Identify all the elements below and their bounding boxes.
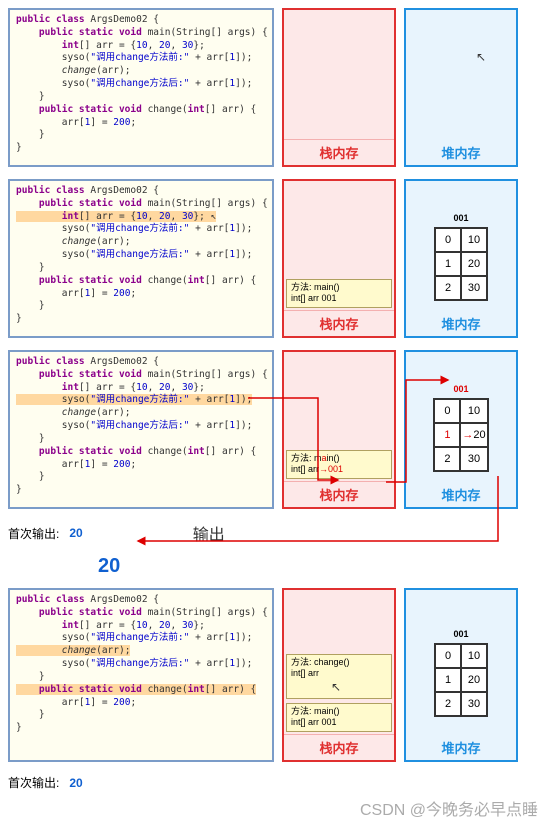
watermark: CSDN @今晚务必早点睡 [360, 796, 538, 820]
frame-method: 方法: main() [291, 453, 387, 465]
heap-memory-2: 001 010 120 230 堆内存 [404, 179, 518, 338]
output-row-2: 首次输出: 20 [8, 774, 550, 791]
heap-memory-1: ↖ 堆内存 [404, 8, 518, 167]
stack-memory-2: 方法: main() int[] arr 001 栈内存 [282, 179, 396, 338]
stack-frame-main: 方法: main() int[] arr→001 [286, 450, 392, 479]
heap-label: 堆内存 [406, 311, 516, 336]
heap-label: 堆内存 [406, 482, 516, 507]
stack-label: 栈内存 [284, 310, 394, 336]
output-value: 20 [69, 526, 82, 540]
output-value: 20 [69, 776, 82, 790]
output-arrow [8, 516, 548, 556]
output-label: 首次输出: [8, 774, 59, 791]
frame-method: 方法: main() [291, 282, 387, 294]
frame-var: int[] arr 001 [291, 293, 387, 305]
output-word: 输出 [193, 521, 225, 545]
cursor-icon: ↖ [331, 680, 341, 694]
frame-method: 方法: main() [291, 706, 387, 718]
heap-addr: 001 [433, 384, 488, 394]
step-2: public class ArgsDemo02 { public static … [8, 179, 550, 338]
cursor-icon: ↖ [476, 50, 486, 64]
stack-label: 栈内存 [284, 481, 394, 507]
stack-memory-3: 方法: main() int[] arr→001 栈内存 [282, 350, 396, 509]
code-panel-1: public class ArgsDemo02 { public static … [8, 8, 274, 167]
code-panel-3: public class ArgsDemo02 { public static … [8, 350, 274, 509]
heap-label: 堆内存 [406, 140, 516, 165]
heap-addr: 001 [434, 629, 488, 639]
step-3: public class ArgsDemo02 { public static … [8, 350, 550, 509]
big-output: 20 [98, 555, 550, 578]
stack-frame-change: 方法: change() int[] arr ↖ [286, 654, 392, 699]
output-row-1: 首次输出: 20 输出 [8, 521, 550, 545]
step-1: public class ArgsDemo02 { public static … [8, 8, 550, 167]
heap-array: 010 120 230 [434, 227, 488, 301]
stack-memory-1: 栈内存 [282, 8, 396, 167]
heap-memory-3: 001 010 1→20 230 堆内存 [404, 350, 518, 509]
frame-var: int[] arr→001 [291, 464, 387, 476]
heap-memory-4: 001 010 120 230 堆内存 [404, 588, 518, 762]
code-panel-2: public class ArgsDemo02 { public static … [8, 179, 274, 338]
heap-array: 010 1→20 230 [433, 398, 488, 472]
stack-frame-main: 方法: main() int[] arr 001 [286, 279, 392, 308]
frame-method: 方法: change() [291, 657, 387, 669]
heap-array: 010 120 230 [434, 643, 488, 717]
heap-label: 堆内存 [406, 735, 516, 760]
stack-frame-main: 方法: main() int[] arr 001 [286, 703, 392, 732]
code-panel-4: public class ArgsDemo02 { public static … [8, 588, 274, 762]
stack-label: 栈内存 [284, 139, 394, 165]
output-label: 首次输出: [8, 525, 59, 542]
stack-label: 栈内存 [284, 734, 394, 760]
frame-var: int[] arr [291, 668, 387, 680]
step-4: public class ArgsDemo02 { public static … [8, 588, 550, 762]
heap-addr: 001 [434, 213, 488, 223]
stack-memory-4: 方法: change() int[] arr ↖ 方法: main() int[… [282, 588, 396, 762]
frame-var: int[] arr 001 [291, 717, 387, 729]
